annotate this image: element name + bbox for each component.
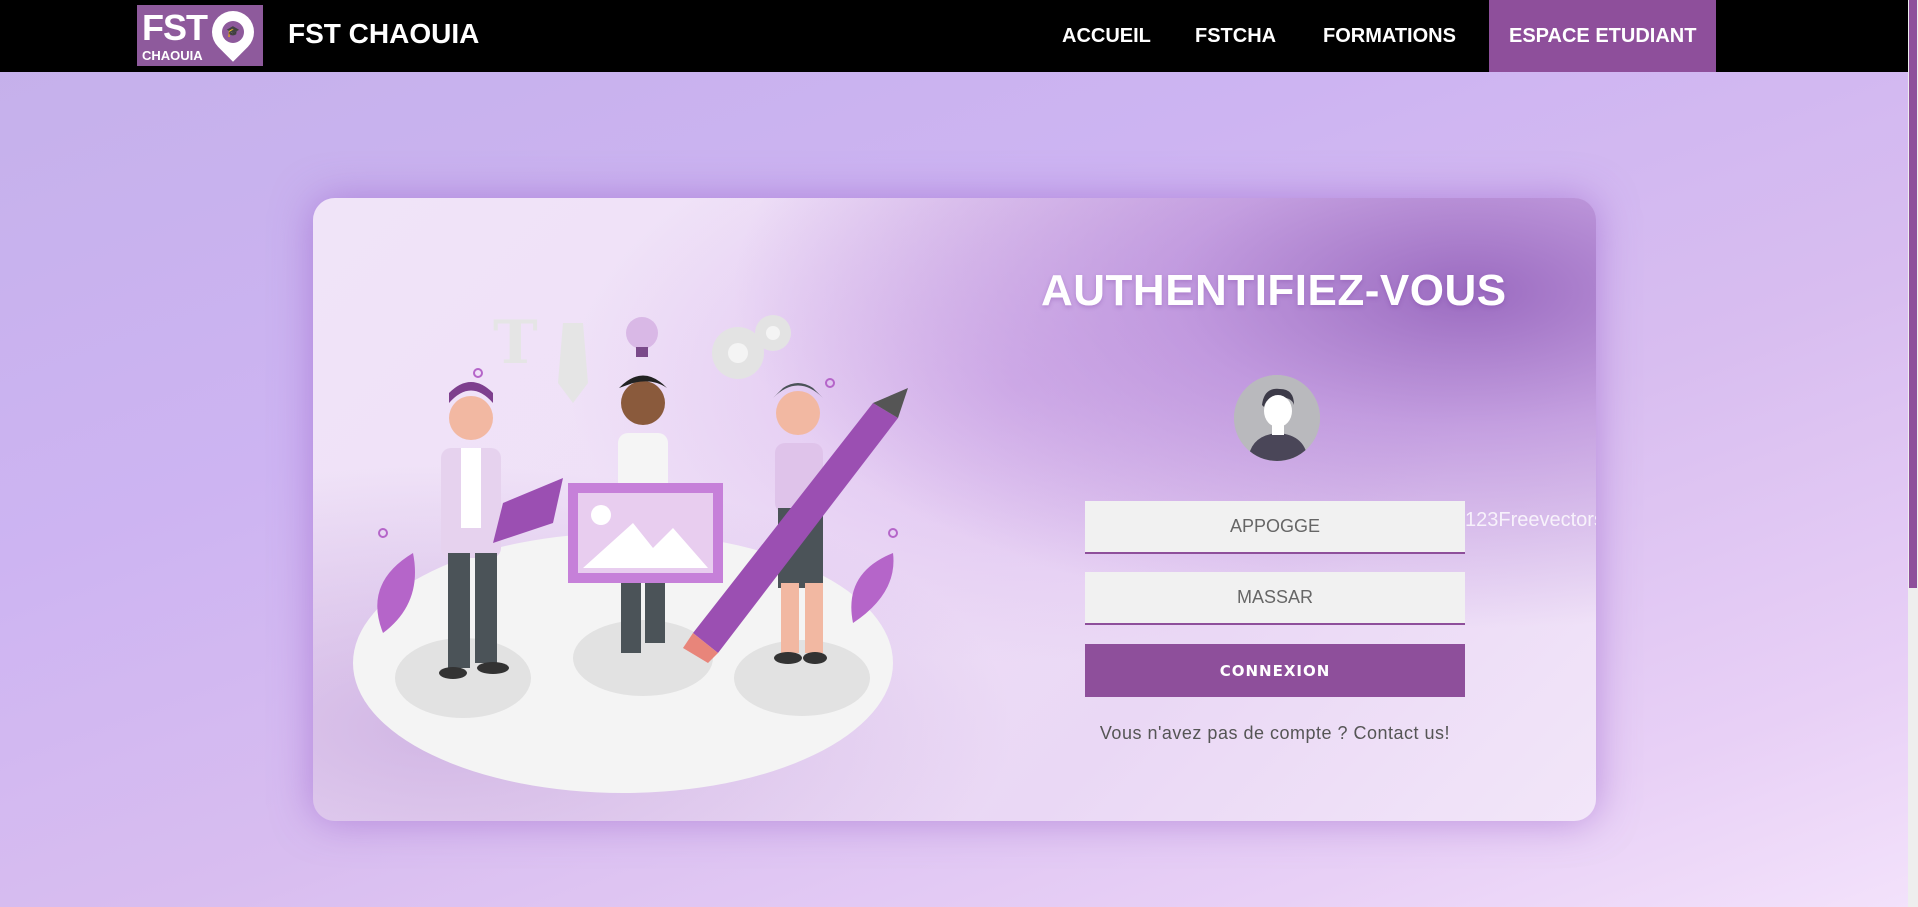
brand-name[interactable]: FST CHAOUIA — [288, 18, 479, 50]
user-avatar-icon — [1234, 375, 1320, 461]
contact-link[interactable]: Vous n'avez pas de compte ? Contact us! — [1085, 723, 1465, 744]
logo-text-fst: FST — [142, 7, 208, 48]
nav-item-espace-etudiant[interactable]: ESPACE ETUDIANT — [1489, 0, 1717, 72]
page-scrollbar[interactable] — [1908, 0, 1918, 907]
watermark-text: 123Freevectors — [1465, 509, 1596, 531]
nav-item-fstcha[interactable]: FSTCHA — [1175, 0, 1296, 72]
svg-text:T: T — [493, 308, 538, 378]
login-card: T AUTHENTIFIEZ-VOUS APPOGGE 123Freevecto… — [313, 198, 1596, 821]
logo-text-chaouia: CHAOUIA — [142, 48, 203, 63]
scrollbar-thumb[interactable] — [1909, 0, 1917, 588]
massar-input[interactable] — [1085, 572, 1465, 625]
nav-item-accueil[interactable]: ACCUEIL — [1042, 0, 1171, 72]
connexion-button[interactable]: CONNEXION — [1085, 644, 1465, 697]
login-title: AUTHENTIFIEZ-VOUS — [1041, 266, 1507, 315]
apogee-input[interactable] — [1085, 501, 1465, 554]
navbar: FST CHAOUIA 🎓 FST CHAOUIA ACCUEIL FSTCHA… — [0, 0, 1908, 72]
nav-item-formations[interactable]: FORMATIONS — [1303, 0, 1476, 72]
graduation-pin-icon: 🎓 — [203, 2, 263, 62]
team-illustration: T — [353, 308, 908, 793]
logo[interactable]: FST CHAOUIA 🎓 — [137, 2, 263, 66]
